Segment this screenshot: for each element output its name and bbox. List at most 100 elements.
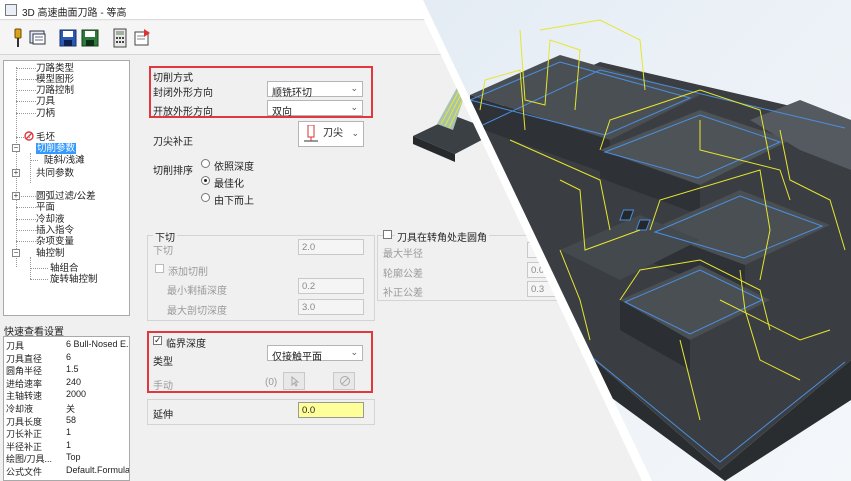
chevron-down-icon: ⌄ <box>351 128 359 138</box>
tool-tip-icon <box>304 125 318 142</box>
max-radius-label: 最大半径 <box>383 249 423 260</box>
radio-by-depth-label: 依照深度 <box>214 162 254 173</box>
add-cut-label: 添加切削 <box>168 267 208 278</box>
tree-item-rotary-axis[interactable]: 旋转轴控制 <box>50 274 98 285</box>
cut-method-title: 切削方式 <box>153 73 193 84</box>
quick-view-value: Default.Formula <box>66 465 130 475</box>
title-bar: 3D 高速曲面刀路 - 等高 <box>0 0 460 20</box>
max-radius-field[interactable] <box>527 242 567 258</box>
cursor-icon <box>291 376 300 387</box>
quick-view-key: 冷却液 <box>6 404 34 414</box>
tree-item-arc-filter[interactable]: 圆弧过滤/公差 <box>36 191 96 202</box>
expand-icon[interactable]: + <box>12 169 20 177</box>
quick-view-key: 圆角半径 <box>6 366 43 377</box>
quick-view-table: 刀具 6 Bull-Nosed E... 刀具直径 6 圆角半径 1.5 进给速率 240 主轴… <box>3 336 130 481</box>
tree-item-steep-shallow[interactable]: 陡斜/浅滩 <box>44 155 85 166</box>
tree-item-holder[interactable]: 刀柄 <box>36 108 55 119</box>
closed-contour-select[interactable]: 顺铣环切 ⌄ <box>267 81 363 99</box>
offset-tolerance-label: 补正公差 <box>383 288 423 299</box>
tree-item-toolpath-type[interactable]: 刀路类型 <box>36 63 74 74</box>
min-depth-field[interactable]: 0.2 <box>298 278 364 294</box>
tree-item-axis-combination[interactable]: 轴组合 <box>50 263 79 274</box>
collapse-icon[interactable]: − <box>12 249 20 257</box>
app-icon <box>5 4 17 16</box>
quick-view-value: 6 <box>66 351 72 362</box>
critical-type-select[interactable]: 仅接触平面 ⌄ <box>267 345 363 363</box>
radio-bottom-up-label: 由下而上 <box>214 196 254 207</box>
clear-button[interactable] <box>333 372 355 390</box>
toolpath-dialog: 3D 高速曲面刀路 - 等高 刀路类型 模型图形 刀路控制 刀具 刀柄 毛坯 −… <box>0 0 851 481</box>
tree-item-plane[interactable]: 平面 <box>36 202 55 213</box>
quick-view-key: 公式文件 <box>6 467 43 477</box>
add-cut-checkbox[interactable] <box>155 264 164 273</box>
down-cut-field[interactable]: 2.0 <box>298 239 364 255</box>
offset-tolerance-field[interactable]: 0.3 <box>527 281 567 297</box>
calculator-icon[interactable] <box>110 27 130 49</box>
save-icon[interactable] <box>58 27 78 49</box>
error-icon <box>24 131 34 141</box>
expand-icon[interactable]: + <box>12 192 20 200</box>
quick-view-key: 进给速率 <box>6 378 43 389</box>
export-icon[interactable] <box>132 27 152 49</box>
save-all-icon[interactable] <box>80 27 100 49</box>
tree-item-common-parameters[interactable]: 共同参数 <box>36 168 74 179</box>
quick-view-key: 刀具直径 <box>6 353 43 364</box>
manual-count: (0) <box>265 377 278 388</box>
cut-order-label: 切削排序 <box>153 166 193 177</box>
quick-view-key: 刀长补正 <box>6 429 43 440</box>
radio-by-depth[interactable] <box>201 159 210 168</box>
chevron-down-icon: ⌄ <box>350 83 358 93</box>
quick-view-value: 1.5 <box>66 364 79 375</box>
tree-item-cut-parameters[interactable]: 切削参数 <box>36 143 77 154</box>
select-button[interactable] <box>283 372 305 390</box>
chevron-down-icon: ⌄ <box>350 102 358 112</box>
cut-parameters-page: 切削方式 封闭外形方向 顺铣环切 ⌄ 开放外形方向 双向 ⌄ 刀尖补正 刀尖 ⌄ 切削… <box>137 59 637 481</box>
quick-view-key: 刀具 <box>6 341 25 351</box>
quick-view-value: 6 Bull-Nosed E... <box>66 339 130 349</box>
compensation-select[interactable]: 刀尖 ⌄ <box>298 121 364 147</box>
pin-icon[interactable] <box>8 27 28 49</box>
open-contour-select[interactable]: 双向 ⌄ <box>267 100 363 118</box>
quick-view-key: 半径补正 <box>6 441 43 452</box>
extend-field[interactable]: 0.0 <box>298 402 364 418</box>
toolbar <box>0 21 460 55</box>
quick-view-value: 1 <box>66 439 72 450</box>
quick-view-key: 绘图/刀具... <box>6 454 53 465</box>
tree-item-tool[interactable]: 刀具 <box>36 96 55 107</box>
tree-item-toolpath-control[interactable]: 刀路控制 <box>36 85 74 96</box>
radio-optimize-label: 最佳化 <box>214 179 244 190</box>
radio-optimize[interactable] <box>201 176 210 185</box>
max-depth-field[interactable]: 3.0 <box>298 299 364 315</box>
quick-view-value: 1 <box>66 427 72 438</box>
corner-round-checkbox[interactable] <box>383 230 392 239</box>
profile-tolerance-field[interactable]: 0.0 <box>527 262 567 278</box>
critical-depth-checkbox[interactable]: ✓ <box>153 336 162 345</box>
critical-depth-label: 临界深度 <box>166 339 206 350</box>
tree-item-stock[interactable]: 毛坯 <box>36 132 55 143</box>
max-depth-label: 最大剖切深度 <box>167 306 227 317</box>
quick-view-key: 刀具长度 <box>6 416 43 427</box>
view-icon[interactable] <box>28 27 48 49</box>
tree-item-canned-text[interactable]: 插入指令 <box>36 225 74 236</box>
radio-bottom-up[interactable] <box>201 193 210 202</box>
tree-item-misc-values[interactable]: 杂项变量 <box>36 236 74 247</box>
manual-label: 手动 <box>153 381 173 392</box>
tree-item-axis-control[interactable]: 轴控制 <box>36 248 65 259</box>
profile-tolerance-label: 轮廓公差 <box>383 269 423 280</box>
quick-view-value: 240 <box>66 376 82 387</box>
quick-view-value: Top <box>66 452 81 463</box>
down-cut-label: 下切 <box>153 246 173 257</box>
extend-label: 延伸 <box>153 410 173 421</box>
tree-item-coolant[interactable]: 冷却液 <box>36 214 65 225</box>
collapse-icon[interactable]: − <box>12 144 20 152</box>
window-title: 3D 高速曲面刀路 - 等高 <box>22 8 127 19</box>
parameter-tree: 刀路类型 模型图形 刀路控制 刀具 刀柄 毛坯 − 切削参数 陡斜/浅滩 + 共… <box>3 60 130 316</box>
quick-view-key: 主轴转速 <box>6 391 43 402</box>
preview-thumbnail <box>413 84 497 162</box>
quick-view-value: 2000 <box>66 389 87 400</box>
chevron-down-icon: ⌄ <box>350 347 358 357</box>
open-contour-label: 开放外形方向 <box>153 107 213 118</box>
clear-icon <box>340 376 350 386</box>
closed-contour-label: 封闭外形方向 <box>153 88 213 99</box>
tree-item-model-geometry[interactable]: 模型图形 <box>36 74 74 85</box>
